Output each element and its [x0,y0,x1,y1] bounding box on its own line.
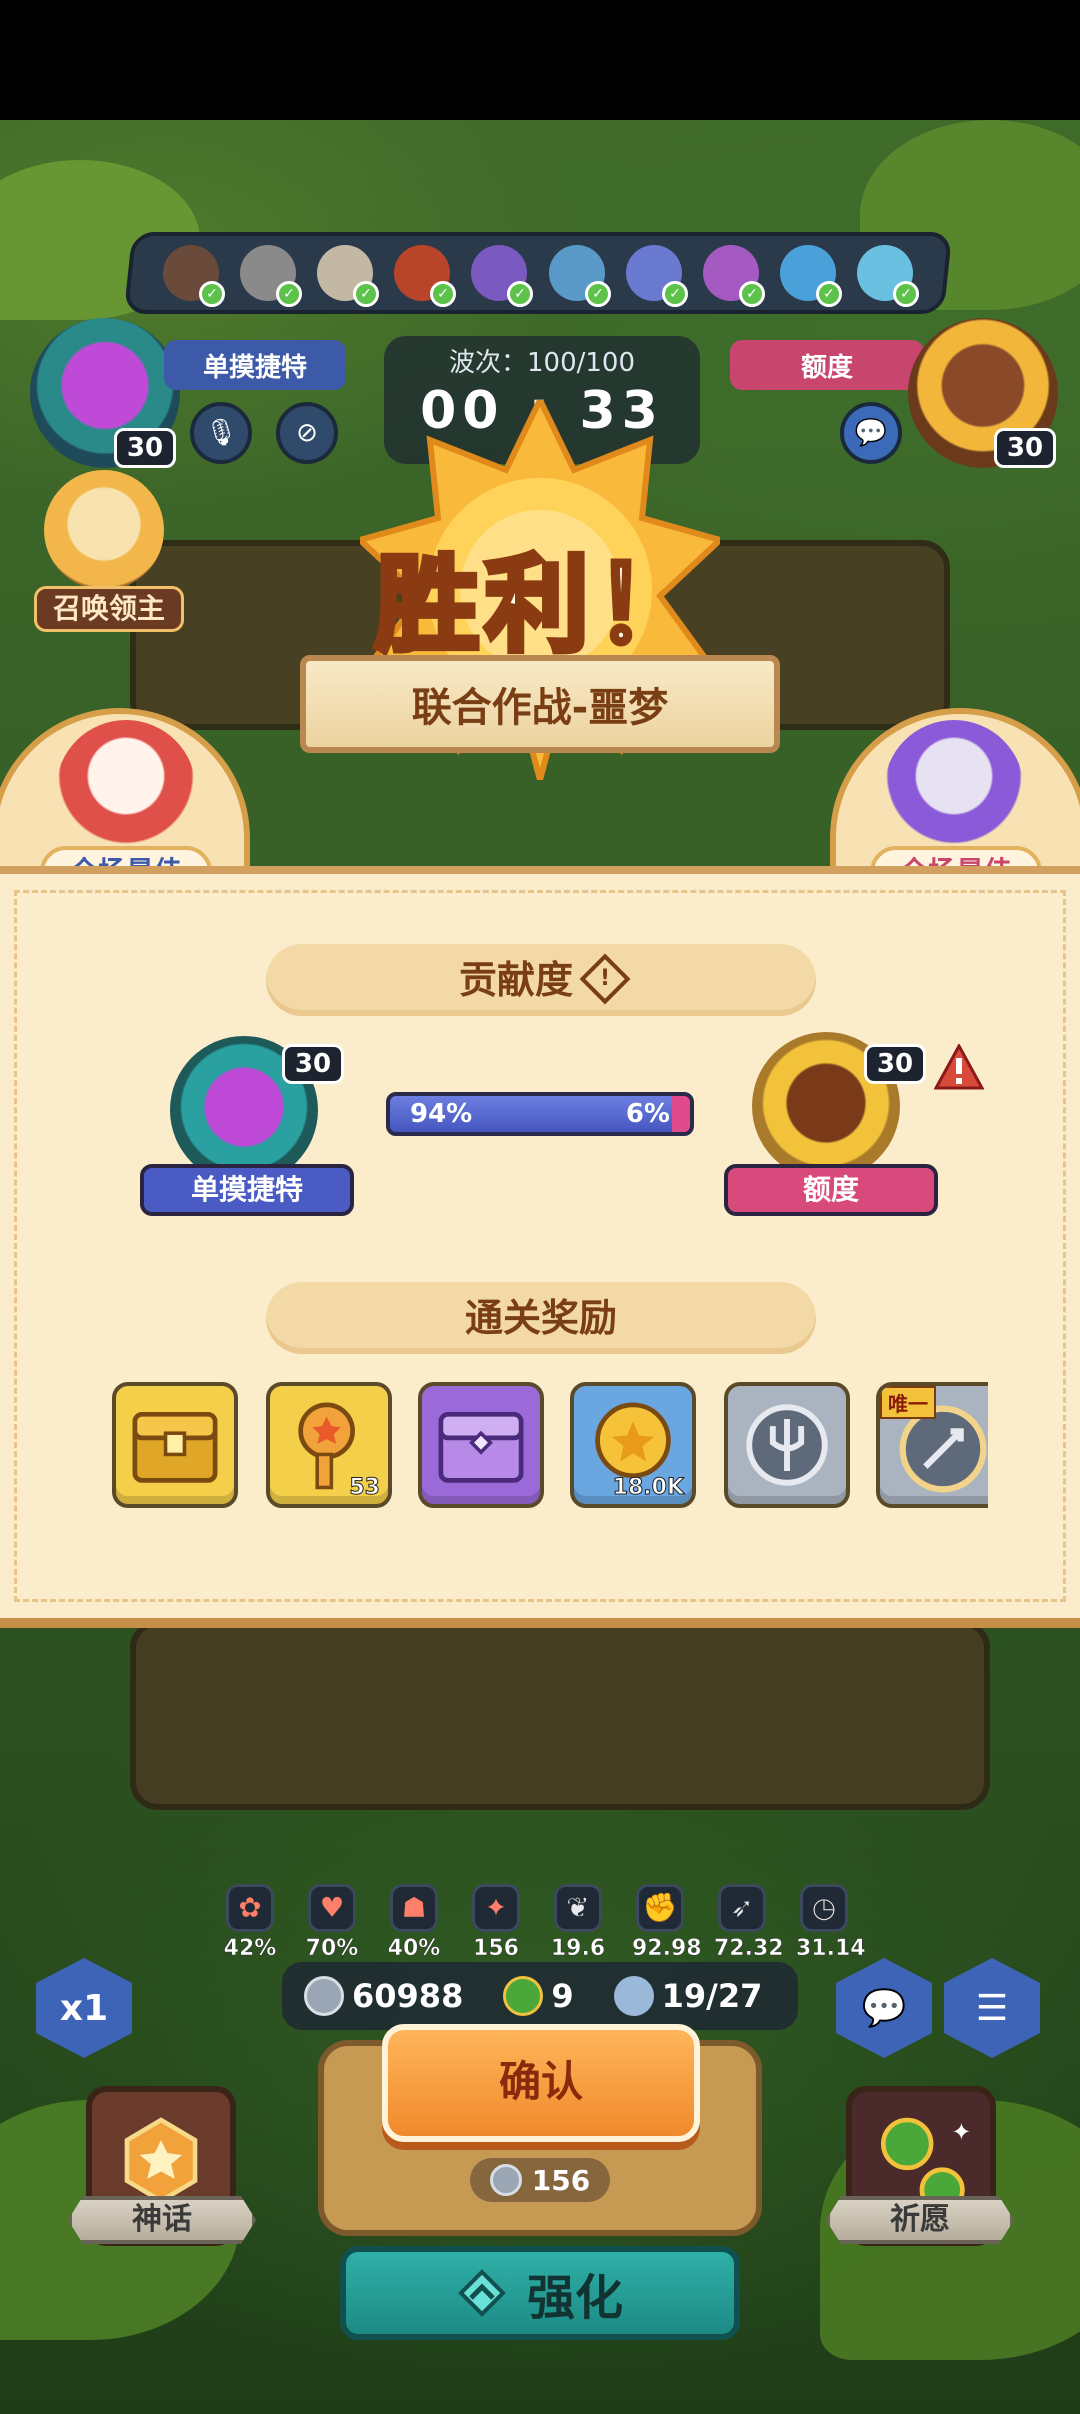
buff-value: 31.14 [796,1936,866,1962]
clover-resource: 9 [503,1976,574,2016]
cost-value: 156 [531,2163,591,2197]
purple-chest-icon [438,1411,524,1483]
arrow-icon: ➶ [718,1884,766,1932]
buff-value: 19.6 [550,1936,606,1962]
hood-icon: ☗ [390,1884,438,1932]
right-contributor-level: 30 [864,1044,926,1084]
summon-cost: 156 [470,2158,610,2202]
silver-resource: 60988 [304,1976,463,2016]
upgrade-label: 强化 [526,2270,623,2326]
buff-value: 40% [387,1936,441,1962]
hero-unit-icon: ✓ [625,245,688,307]
rewards-header: 通关奖励 [266,1282,816,1354]
buff-stat[interactable]: ♥ 70% [304,1884,360,1961]
hero-unit-icon: ✓ [548,245,611,307]
right-mvp-character [884,720,1024,860]
left-player-name: 单摸捷特 [164,340,346,390]
reward-sword-emblem[interactable]: 唯一 [876,1382,988,1508]
left-contributor-level: 30 [282,1044,344,1084]
left-player-level: 30 [114,428,176,468]
svg-text:✦: ✦ [951,2118,971,2146]
victory-title: 胜利！ [372,541,705,669]
silver-coin-icon [304,1976,344,2016]
reward-purple-chest[interactable] [418,1382,544,1508]
wave-counter: 波次：100/100 [448,348,635,378]
buff-stat[interactable]: ✊ 92.98 [632,1884,702,1961]
reward-gold-coin[interactable]: 18.0K [570,1382,696,1508]
buff-stat[interactable]: ➶ 72.32 [714,1884,784,1961]
buff-stat[interactable]: ☗ 40% [386,1884,442,1961]
buff-value: 92.98 [632,1936,702,1962]
mode-ribbon: 联合作战-噩梦 [300,655,780,753]
clover-coin-icon [503,1976,544,2016]
chat-muted-icon[interactable]: ⊘ [276,402,338,464]
buff-value: 156 [473,1936,519,1962]
right-contributor-name: 额度 [724,1164,938,1216]
wish-button[interactable]: 祈愿 [826,2196,1014,2244]
buff-value: 70% [305,1936,359,1962]
reward-qty: 53 [349,1475,381,1501]
info-diamond-icon[interactable]: ! [579,953,631,1004]
right-player-level: 30 [994,428,1056,468]
reward-gold-key[interactable]: 53 [266,1382,392,1508]
hero-unit-icon: ✓ [394,245,457,307]
unit-count: 19/27 [613,1976,763,2016]
mic-muted-icon[interactable]: 🎙 [190,402,252,464]
confirm-button[interactable]: 确认 [382,2024,700,2142]
left-mvp-character [56,720,196,860]
clover-value: 9 [551,1977,574,2015]
path-lane [130,1620,990,1810]
contribution-right-text: 6% [625,1099,670,1129]
upgrade-button[interactable]: 强化 [340,2246,740,2340]
buff-stat[interactable]: ◷ 31.14 [796,1884,866,1961]
reward-trident-emblem[interactable] [724,1382,850,1508]
unit-icon [613,1976,654,2016]
hero-unit-icon: ✓ [780,245,843,307]
report-warning-icon[interactable] [934,1044,984,1090]
chat-icon: 💬 [861,1988,907,2029]
contribution-right-fill [672,1096,690,1132]
heart-icon: ♥ [308,1884,356,1932]
rose-icon: ✿ [226,1884,274,1932]
hero-unit-icon: ✓ [239,245,302,307]
status-bar [0,0,1080,120]
clock-icon: ◷ [800,1884,848,1932]
hero-unit-icon: ✓ [857,245,920,307]
hero-unit-icon: ✓ [162,245,225,307]
buff-stat[interactable]: ❦ 19.6 [550,1884,606,1961]
trident-emblem-icon [746,1404,828,1486]
hero-unit-icon: ✓ [471,245,534,307]
fist-icon: ✊ [636,1884,684,1932]
buff-stat[interactable]: ✦ 156 [468,1884,524,1961]
silver-value: 60988 [352,1977,464,2015]
unit-count-value: 19/27 [661,1977,763,2015]
hamburger-menu-icon: ☰ [975,1987,1009,2029]
chat-bubble-icon[interactable]: 💬 [840,402,902,464]
buff-value: 72.32 [714,1936,784,1962]
reward-gold-chest[interactable] [112,1382,238,1508]
hero-unit-icon: ✓ [316,245,379,307]
upgrade-chevron-icon [458,2269,506,2317]
left-contributor-name: 单摸捷特 [140,1164,354,1216]
reward-qty: 18.0K [612,1475,684,1501]
buff-stat[interactable]: ✿ 42% [222,1884,278,1961]
gold-chest-icon [132,1411,218,1483]
contribution-header: 贡献度! [266,944,816,1016]
crack-icon: ✦ [472,1884,520,1932]
silver-coin-icon [489,2164,522,2196]
myth-button[interactable]: 神话 [68,2196,256,2244]
hero-roster-strip: ✓ ✓ ✓ ✓ ✓ ✓ ✓ ✓ ✓ ✓ [123,232,953,314]
wing-heart-icon: ❦ [554,1884,602,1932]
buff-value: 42% [223,1936,277,1962]
contribution-header-text: 贡献度 [458,958,573,1002]
right-player-name: 额度 [730,340,924,390]
contribution-left-text: 94% [410,1099,473,1129]
hero-unit-icon: ✓ [702,245,765,307]
contribution-bar: 94% 6% [386,1092,694,1136]
resource-bar: 60988 9 19/27 [282,1962,798,2030]
unique-tag: 唯一 [880,1386,936,1419]
